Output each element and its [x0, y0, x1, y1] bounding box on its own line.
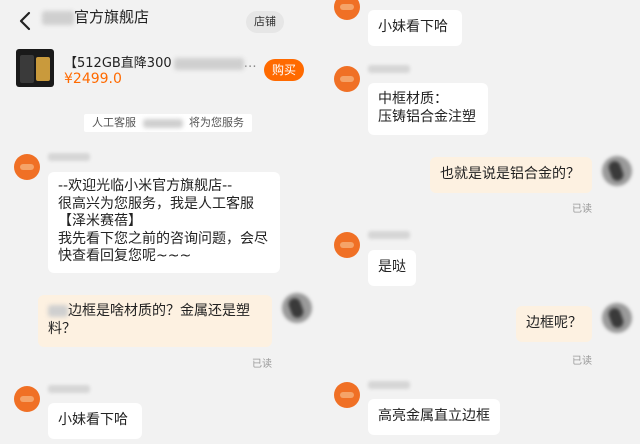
- right-chat-panel: 小妹看下哈 中框材质： 压铸铝合金注塑 也就是说是铝合金的？ 已读 是哒 边框呢…: [320, 0, 640, 444]
- blurred-store-prefix: [42, 10, 74, 25]
- store-button[interactable]: 店铺: [246, 11, 284, 33]
- agent-avatar[interactable]: [334, 0, 360, 20]
- product-title-text: 【512GB直降300: [64, 56, 172, 71]
- agent-avatar[interactable]: [14, 154, 40, 180]
- left-chat-panel: 官方旗舰店 店铺 【512GB直降300… ¥2499.0 购买 人工客服 将为…: [0, 0, 320, 444]
- agent-avatar[interactable]: [14, 386, 40, 412]
- agent-avatar[interactable]: [334, 232, 360, 258]
- product-price: ¥2499.0: [64, 71, 122, 87]
- user-avatar[interactable]: [602, 156, 632, 186]
- read-status: 已读: [252, 359, 272, 370]
- agent-name: [368, 231, 410, 239]
- user-avatar[interactable]: [282, 293, 312, 323]
- product-card[interactable]: 【512GB直降300… ¥2499.0 购买: [16, 49, 306, 93]
- read-status: 已读: [572, 356, 592, 367]
- product-thumbnail: [16, 49, 54, 87]
- message-text: 边框是啥材质的？金属还是塑料？: [48, 303, 250, 337]
- message-bubble: 小妹看下哈: [48, 403, 142, 439]
- service-notice: 人工客服 将为您服务: [84, 114, 252, 132]
- service-notice-suffix: 将为您服务: [189, 116, 244, 129]
- agent-name: [48, 385, 90, 393]
- product-title: 【512GB直降300…: [64, 56, 257, 71]
- message-bubble: 小妹看下哈: [368, 10, 462, 46]
- agent-name: [48, 153, 90, 161]
- message-bubble: 高亮金属直立边框: [368, 399, 500, 435]
- blurred-agent-name: [142, 118, 183, 128]
- user-avatar[interactable]: [602, 303, 632, 333]
- message-bubble: 边框是啥材质的？金属还是塑料？: [38, 295, 272, 347]
- agent-avatar[interactable]: [334, 382, 360, 408]
- message-bubble: --欢迎光临小米官方旗舰店-- 很高兴为您服务，我是人工客服【泽米赛蓓】 我先看…: [48, 172, 280, 273]
- agent-avatar[interactable]: [334, 66, 360, 92]
- blurred-product-name: [173, 57, 244, 70]
- message-bubble: 中框材质： 压铸铝合金注塑: [368, 83, 488, 135]
- chevron-left-icon[interactable]: [14, 8, 38, 34]
- store-title-text: 官方旗舰店: [74, 8, 150, 26]
- message-bubble: 也就是说是铝合金的？: [430, 157, 592, 193]
- read-status: 已读: [572, 204, 592, 215]
- agent-name: [368, 381, 410, 389]
- message-bubble: 边框呢？: [516, 306, 592, 342]
- buy-button[interactable]: 购买: [264, 59, 304, 81]
- service-notice-prefix: 人工客服: [92, 116, 136, 129]
- agent-name: [368, 65, 410, 73]
- store-title: 官方旗舰店: [42, 6, 149, 27]
- blurred-text: [48, 305, 68, 317]
- message-bubble: 是哒: [368, 250, 416, 286]
